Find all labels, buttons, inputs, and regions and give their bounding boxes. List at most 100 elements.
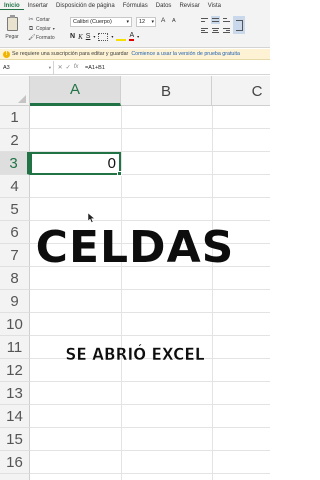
font-color-button[interactable]: A <box>129 32 135 41</box>
warning-icon: ! <box>3 50 10 58</box>
column-header-a[interactable]: A <box>30 76 121 106</box>
font-format-group: N K S ▾ ▾ A ▾ <box>70 32 139 41</box>
tab-disposicion[interactable]: Disposición de página <box>52 3 119 9</box>
column-divider <box>212 106 213 480</box>
chevron-down-icon: ▾ <box>52 26 55 31</box>
name-box-value: A3 <box>3 64 10 71</box>
row-header[interactable]: 16 <box>0 451 30 474</box>
align-bottom-icon[interactable] <box>222 16 231 24</box>
row-divider <box>30 312 270 313</box>
fill-handle[interactable] <box>117 171 122 176</box>
tab-formulas[interactable]: Fórmulas <box>119 3 152 9</box>
fx-icon[interactable]: fx <box>74 64 79 71</box>
column-header-b[interactable]: B <box>121 76 212 106</box>
font-size-value: 12 <box>139 19 146 25</box>
confirm-icon[interactable]: ✓ <box>66 64 71 71</box>
formula-bar-buttons: ✕ ✓ fx <box>54 64 82 71</box>
column-header-c[interactable]: C <box>212 76 270 106</box>
cut-button[interactable]: ✂ Cortar <box>28 16 55 23</box>
format-label: Formato <box>36 34 55 41</box>
free-trial-link[interactable]: Comience a usar la versión de prueba gra… <box>131 51 240 57</box>
row-divider <box>30 450 270 451</box>
excel-window: Inicio Insertar Disposición de página Fó… <box>0 0 270 480</box>
tab-revisar[interactable]: Revisar <box>175 3 203 9</box>
grow-font-button[interactable]: A <box>161 17 165 24</box>
format-painter-button[interactable]: 🖌 Formato <box>28 34 55 41</box>
chevron-down-icon: ▾ <box>151 19 154 25</box>
align-left-icon[interactable] <box>200 26 209 34</box>
clipboard-group: ✂ Cortar ⧉ Copiar ▾ 🖌 Formato <box>28 16 55 41</box>
column-divider <box>121 106 122 480</box>
tab-datos[interactable]: Datos <box>152 3 176 9</box>
alignment-group <box>200 16 231 34</box>
spreadsheet-grid[interactable]: A B C 1234567891011121314151617 0 <box>0 76 270 480</box>
row-header[interactable]: 17 <box>0 474 30 480</box>
copy-button[interactable]: ⧉ Copiar ▾ <box>28 25 55 32</box>
row-header[interactable]: 13 <box>0 382 30 405</box>
row-divider <box>30 473 270 474</box>
paste-label: Pegar <box>5 34 19 40</box>
name-box[interactable]: A3 ▾ <box>0 60 54 75</box>
underline-button[interactable]: S <box>86 33 91 40</box>
brush-icon: 🖌 <box>28 34 36 41</box>
row-header[interactable]: 9 <box>0 290 30 313</box>
align-middle-icon[interactable] <box>211 16 220 24</box>
subscription-notice: ! Se requiere una suscripción para edita… <box>0 49 270 60</box>
scissors-icon: ✂ <box>28 16 34 23</box>
chevron-down-icon: ▾ <box>111 34 114 39</box>
align-top-icon[interactable] <box>200 16 209 24</box>
notice-text: Se requiere una suscripción para editar … <box>12 51 129 57</box>
select-all-corner[interactable] <box>0 76 30 106</box>
align-center-icon[interactable] <box>211 26 220 34</box>
row-header[interactable]: 2 <box>0 129 30 152</box>
row-divider <box>30 128 270 129</box>
row-divider <box>30 335 270 336</box>
active-cell-a3[interactable]: 0 <box>30 152 122 176</box>
chevron-down-icon: ▾ <box>48 64 51 70</box>
row-header[interactable]: 10 <box>0 313 30 336</box>
row-header[interactable]: 15 <box>0 428 30 451</box>
cut-label: Cortar <box>36 16 50 23</box>
tab-inicio[interactable]: Inicio <box>0 3 24 10</box>
underline-dropdown-icon[interactable]: ▾ <box>93 34 95 39</box>
font-name-value: Calibri (Cuerpo) <box>73 19 112 25</box>
row-divider <box>30 197 270 198</box>
formula-bar: A3 ▾ ✕ ✓ fx =A1+B1 <box>0 60 270 75</box>
ribbon-toolbar: Pegar ✂ Cortar ⧉ Copiar ▾ 🖌 Formato Cali… <box>0 12 270 48</box>
clipboard-icon <box>6 15 18 31</box>
cancel-icon[interactable]: ✕ <box>58 64 63 71</box>
font-size-select[interactable]: 12 ▾ <box>136 17 156 27</box>
row-divider <box>30 220 270 221</box>
overlay-title: CELDAS <box>35 222 235 273</box>
wrap-text-button[interactable] <box>233 16 245 34</box>
row-divider <box>30 381 270 382</box>
chevron-down-icon: ▾ <box>137 34 140 39</box>
row-divider <box>30 289 270 290</box>
row-header[interactable]: 1 <box>0 106 30 129</box>
formula-input[interactable]: =A1+B1 <box>82 65 105 71</box>
shrink-font-button[interactable]: A <box>172 18 176 24</box>
row-divider <box>30 404 270 405</box>
paste-button[interactable]: Pegar <box>4 15 20 45</box>
cell-value: 0 <box>107 155 116 172</box>
row-header[interactable]: 3 <box>0 152 30 175</box>
column-headers: A B C <box>0 76 270 106</box>
chevron-down-icon: ▾ <box>126 19 129 25</box>
bold-button[interactable]: N <box>70 33 75 40</box>
row-header[interactable]: 5 <box>0 198 30 221</box>
align-right-icon[interactable] <box>222 26 231 34</box>
borders-icon[interactable] <box>98 32 109 41</box>
overlay-subtitle: SE ABRIÓ EXCEL <box>14 345 257 366</box>
tab-vista[interactable]: Vista <box>204 3 225 9</box>
font-name-select[interactable]: Calibri (Cuerpo) ▾ <box>70 17 132 27</box>
row-header[interactable]: 14 <box>0 405 30 428</box>
ribbon-tabs: Inicio Insertar Disposición de página Fó… <box>0 0 270 12</box>
copy-icon: ⧉ <box>28 25 34 32</box>
italic-button[interactable]: K <box>78 33 83 41</box>
row-divider <box>30 427 270 428</box>
overlay-subtitle-text: SE ABRIÓ EXCEL <box>65 345 205 366</box>
row-header[interactable]: 4 <box>0 175 30 198</box>
copy-label: Copiar <box>36 25 51 32</box>
fill-color-icon[interactable] <box>116 33 127 41</box>
tab-insertar[interactable]: Insertar <box>24 3 52 9</box>
